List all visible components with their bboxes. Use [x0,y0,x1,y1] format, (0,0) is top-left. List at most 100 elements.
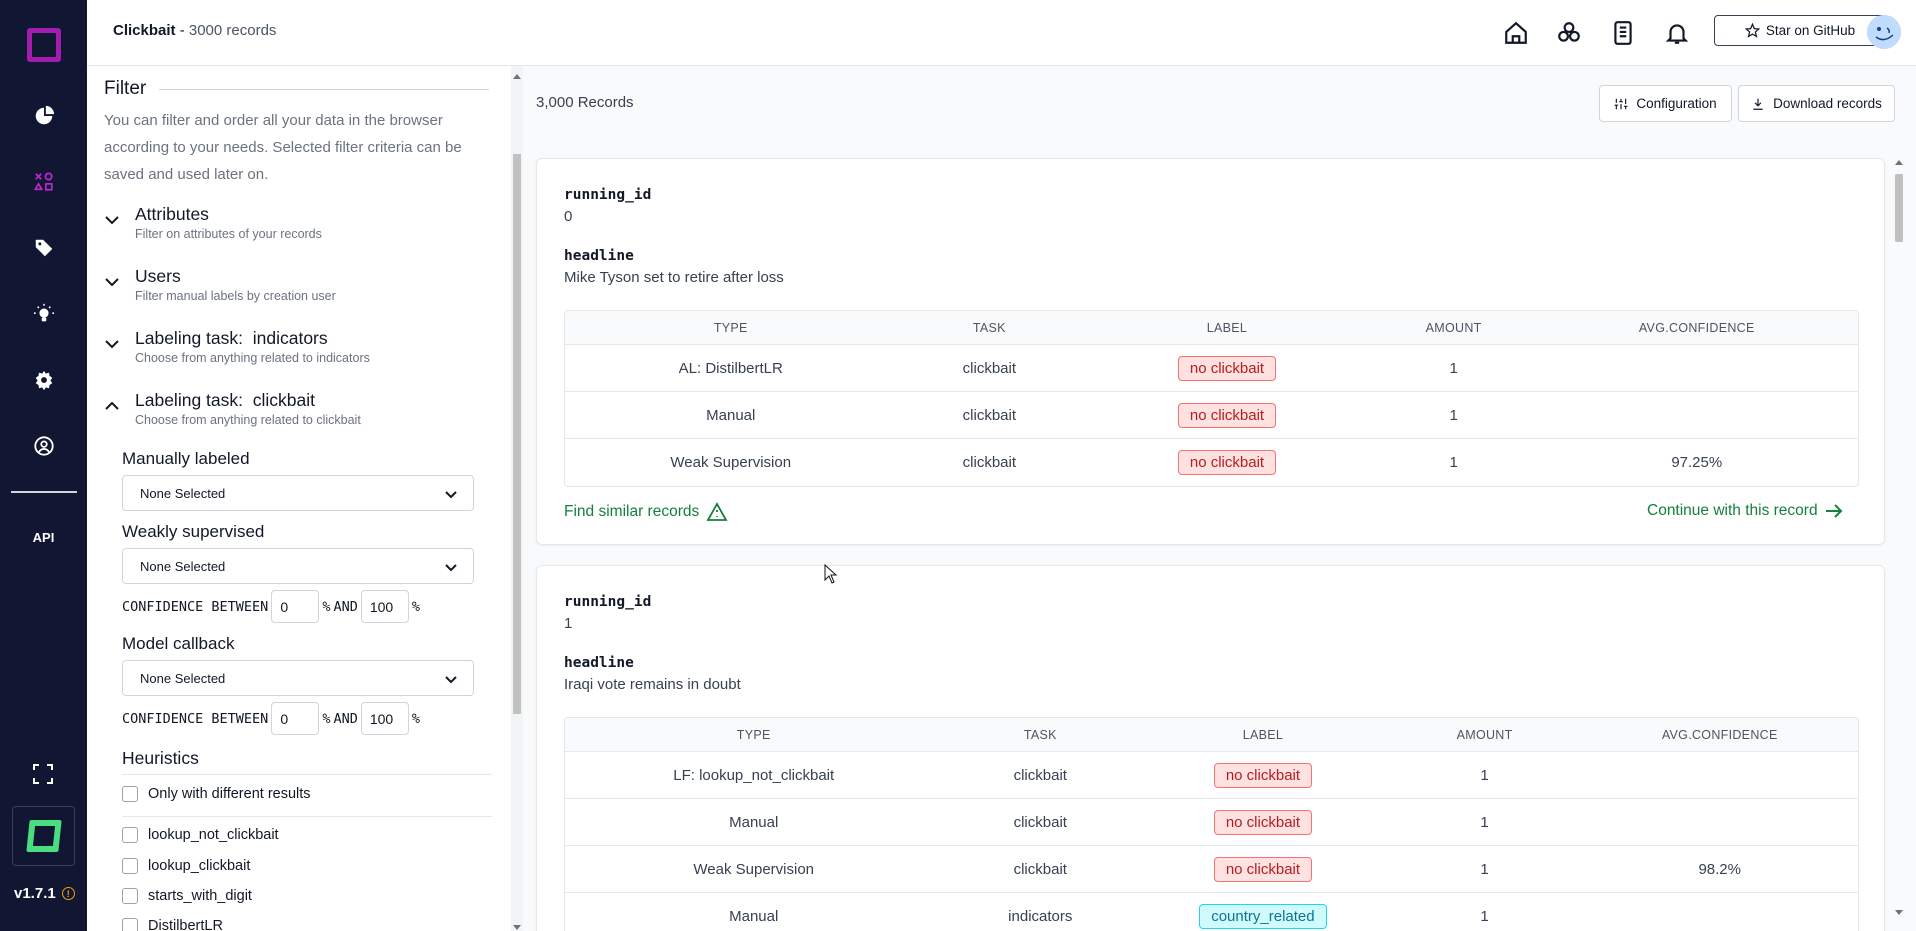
section-title: Users [135,266,181,286]
model-callback-label: Model callback [122,634,235,653]
top-header: Clickbait - 3000 records Star on GitHub [87,0,1916,66]
manually-labeled-select[interactable]: None Selected [122,475,474,511]
section-title: Labeling task: indicators [135,328,328,348]
field-key: headline [564,248,634,264]
heuristics-divider [122,774,492,775]
chevron-down-icon [105,278,119,287]
section-attributes[interactable]: Attributes Filter on attributes of your … [104,204,484,244]
col-avg-confidence: AVG.CONFIDENCE [1638,320,1755,335]
chart-pie-icon[interactable] [32,104,56,128]
field-key: headline [564,655,634,671]
home-icon[interactable] [1503,20,1529,46]
shapes-icon[interactable] [32,170,56,194]
download-records-button[interactable]: Download records [1738,85,1895,122]
lightbulb-icon[interactable] [32,302,56,326]
logo-icon[interactable] [26,28,61,62]
field-key: running_id [564,594,652,610]
project-name: Clickbait [113,22,176,39]
filter-title: Filter [104,78,147,99]
section-users[interactable]: Users Filter manual labels by creation u… [104,266,484,306]
filter-panel: Filter You can filter and order all your… [87,66,512,931]
records-scrollbar[interactable] [1893,158,1905,931]
chevron-down-icon [445,491,457,499]
table-row: Weak Supervision clickbait no clickbait … [565,439,1858,486]
col-amount: AMOUNT [1425,320,1482,335]
ws-confidence-max-input[interactable]: 100 [360,590,409,623]
record-card: running_id 1 headline Iraqi vote remains… [536,565,1885,931]
section-subtitle: Choose from anything related to indicato… [135,351,370,365]
col-label: LABEL [1242,727,1284,742]
heuristic-checkbox[interactable]: lookup_not_clickbait [122,827,279,843]
api-link[interactable]: API [33,530,55,545]
weakly-supervised-label: Weakly supervised [122,522,265,541]
table-row: Manual clickbait no clickbait 1 [565,392,1858,439]
ws-confidence-min-input[interactable]: 0 [271,590,320,623]
fullscreen-icon[interactable] [31,762,55,786]
heuristic-checkbox[interactable]: DistilbertLR [122,918,223,931]
section-title: Labeling task: clickbait [135,390,315,410]
col-type: TYPE [713,320,748,335]
heuristics-divider [122,816,492,817]
bell-icon[interactable] [1664,20,1690,46]
tag-icon[interactable] [32,236,56,260]
field-value: Iraqi vote remains in doubt [564,676,741,693]
label-badge: no clickbait [1213,762,1313,788]
weakly-supervised-select[interactable]: None Selected [122,548,474,584]
star-icon [1744,23,1760,38]
label-badge: country_related [1199,904,1327,929]
heuristic-checkbox[interactable]: starts_with_digit [122,888,252,904]
section-task-indicators[interactable]: Labeling task: indicators Choose from an… [104,328,484,368]
record-card: running_id 0 headline Mike Tyson set to … [536,158,1885,545]
section-subtitle: Filter on attributes of your records [135,227,322,241]
configuration-button[interactable]: Configuration [1599,85,1732,122]
table-row: AL: DistilbertLR clickbait no clickbait … [565,345,1858,392]
continue-with-record-link[interactable]: Continue with this record [1647,502,1843,520]
info-warning-icon[interactable]: ! [61,887,75,900]
label-badge: no clickbait [1177,402,1277,428]
download-icon [1753,98,1763,110]
find-similar-records-link[interactable]: Find similar records [564,502,728,522]
col-type: TYPE [736,727,771,742]
manually-labeled-label: Manually labeled [122,449,250,468]
page-title: Clickbait - 3000 records [113,22,277,39]
arrow-right-icon [1825,504,1843,518]
mc-confidence-range: CONFIDENCE BETWEEN 0 % AND 100 % [122,702,420,735]
heuristic-checkbox[interactable]: lookup_clickbait [122,858,250,874]
table-row: LF: lookup_not_clickbait clickbait no cl… [565,752,1858,799]
table-row: Weak Supervision clickbait no clickbait … [565,846,1858,893]
chevron-down-icon [445,564,457,572]
version-text: v1.7.1 [14,885,56,902]
table-row: Manual indicators country_related 1 [565,893,1858,931]
star-on-github-button[interactable]: Star on GitHub [1714,15,1886,46]
heuristics-title: Heuristics [122,748,199,768]
col-task: TASK [1023,727,1057,742]
filter-scrollbar[interactable] [511,66,523,931]
col-amount: AMOUNT [1456,727,1513,742]
col-label: LABEL [1206,320,1248,335]
model-callback-select[interactable]: None Selected [122,660,474,696]
community-icon[interactable] [1556,20,1582,46]
section-task-clickbait[interactable]: Labeling task: clickbait Choose from any… [104,390,484,430]
filter-description: You can filter and order all your data i… [104,112,462,183]
field-key: running_id [564,187,652,203]
mouse-cursor-icon [824,564,838,584]
mc-confidence-max-input[interactable]: 100 [360,702,409,735]
docs-icon[interactable] [1610,20,1636,46]
chevron-down-icon [445,676,457,684]
col-avg-confidence: AVG.CONFIDENCE [1661,727,1778,742]
user-circle-icon[interactable] [32,434,56,458]
field-value: Mike Tyson set to retire after loss [564,269,784,286]
similarity-triangle-icon [706,502,728,521]
label-table: TYPE TASK LABEL AMOUNT AVG.CONFIDENCE LF… [564,717,1859,931]
mc-confidence-min-input[interactable]: 0 [271,702,320,735]
settings-icon[interactable] [32,368,56,392]
label-badge: no clickbait [1213,856,1313,882]
avatar[interactable] [1867,15,1901,49]
table-row: Manual clickbait no clickbait 1 [565,799,1858,846]
label-badge: no clickbait [1177,355,1277,381]
only-different-results-checkbox[interactable]: Only with different results [122,786,311,802]
chevron-up-icon [105,401,119,410]
chevron-down-icon [105,340,119,349]
sliders-icon [1614,98,1628,109]
ws-confidence-range: CONFIDENCE BETWEEN 0 % AND 100 % [122,590,420,623]
